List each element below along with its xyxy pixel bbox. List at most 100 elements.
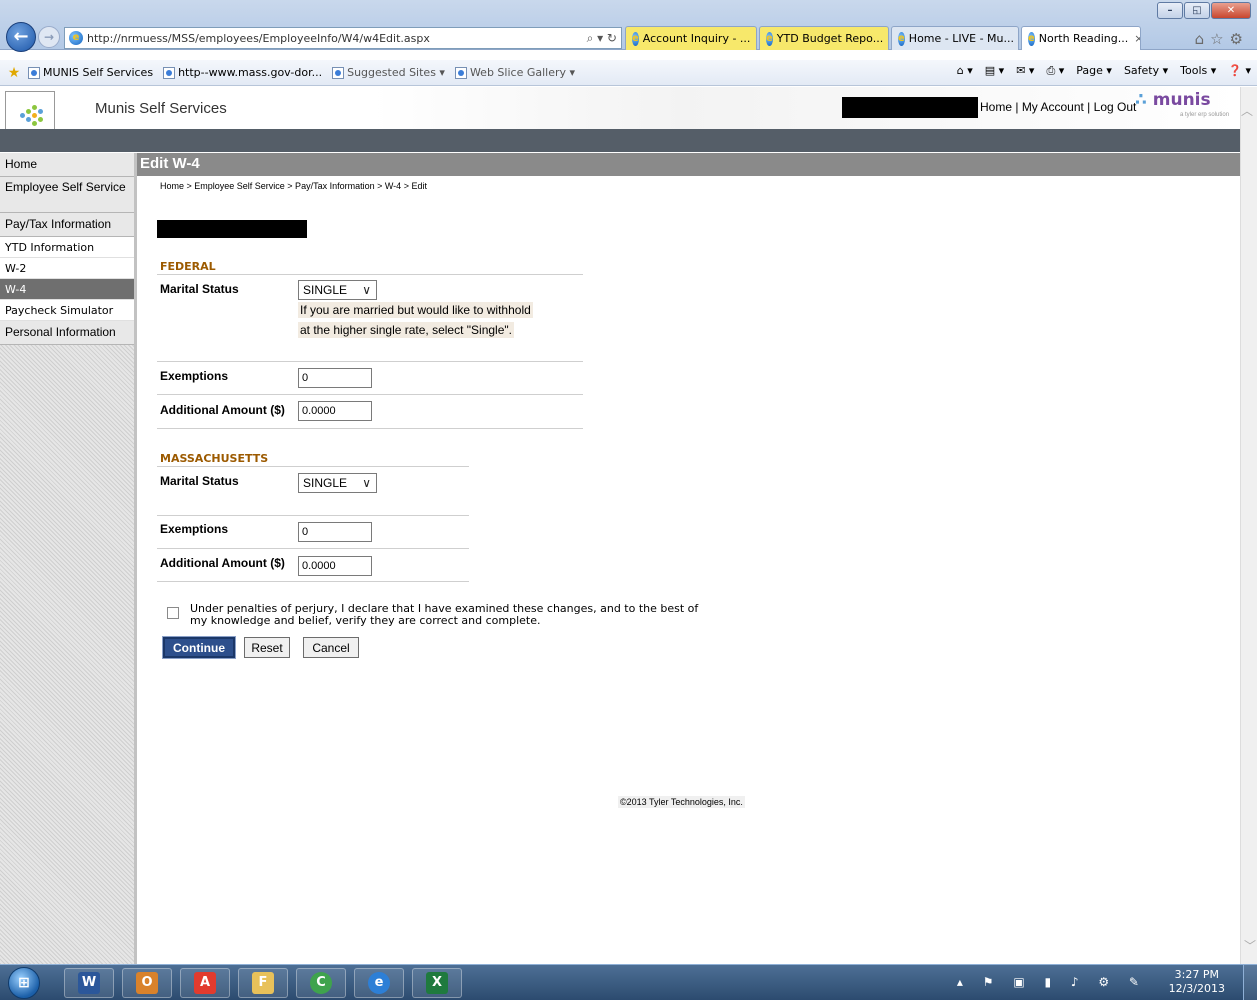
vertical-scrollbar[interactable]: ︿ ﹀ [1240, 87, 1257, 964]
taskbar-word[interactable]: W [64, 968, 114, 998]
logout-link[interactable]: Log Out [1094, 100, 1137, 114]
url-text[interactable]: http://nrmuess/MSS/employees/EmployeeInf… [87, 32, 587, 45]
page-icon [163, 66, 176, 79]
restore-button[interactable]: ◱ [1184, 2, 1210, 19]
taskbar-chrome[interactable]: C [296, 968, 346, 998]
search-refresh-icons[interactable]: ⌕ ▾ ↻ [587, 31, 617, 46]
federal-additional-input[interactable]: 0.0000 [298, 401, 372, 421]
ie-tab-icon: e [766, 31, 773, 46]
tools-menu[interactable]: Tools ▾ [1180, 64, 1216, 78]
folder-icon: F [252, 972, 274, 994]
app-header: Munis Self Services Home | My Account | … [0, 87, 1240, 135]
taskbar-excel[interactable]: X [412, 968, 462, 998]
reset-button[interactable]: Reset [244, 637, 290, 658]
fav-mass-gov[interactable]: http--www.mass.gov-dor... [163, 66, 322, 79]
munis-brand-logo: ∴ munis [1135, 90, 1211, 110]
federal-hint-line-2: at the higher single rate, select "Singl… [298, 322, 514, 338]
system-tray-icons[interactable]: ▴ ⚑ ▣ ▮ ♪ ⚙ ✎ [957, 975, 1147, 989]
print-menu[interactable]: ⎙ ▾ [1046, 64, 1064, 78]
taskbar-outlook[interactable]: O [122, 968, 172, 998]
scroll-up-icon[interactable]: ︿ [1241, 102, 1253, 119]
state-exemptions-input[interactable]: 0 [298, 522, 372, 542]
breadcrumb[interactable]: Home > Employee Self Service > Pay/Tax I… [160, 181, 427, 191]
state-additional-label: Additional Amount ($) [160, 556, 285, 570]
federal-hint-line-1: If you are married but would like to wit… [298, 302, 533, 318]
state-marital-select[interactable]: SINGLE ∨ [298, 473, 377, 493]
chevron-down-icon: ∨ [362, 476, 371, 490]
federal-marital-value: SINGLE [303, 283, 348, 297]
sidebar-item-ytd-information[interactable]: YTD Information [0, 237, 134, 258]
sidebar-item-w2[interactable]: W-2 [0, 258, 134, 279]
address-bar[interactable]: e http://nrmuess/MSS/employees/EmployeeI… [64, 27, 622, 49]
page-title: Edit W-4 [140, 155, 200, 172]
show-desktop-button[interactable] [1243, 965, 1257, 1000]
perjury-statement: Under penalties of perjury, I declare th… [190, 602, 699, 627]
munis-dots-icon: ∴ [1135, 90, 1153, 110]
tab-home-live[interactable]: e Home - LIVE - Mu... [891, 26, 1019, 50]
start-button[interactable]: ⊞ [8, 967, 40, 999]
help-menu[interactable]: ❓ ▾ [1228, 64, 1251, 78]
home-favorites-settings-icons[interactable]: ⌂☆⚙ [1195, 30, 1249, 48]
page-icon [332, 66, 345, 79]
home-link[interactable]: Home [980, 100, 1012, 114]
minimize-button[interactable]: – [1157, 2, 1183, 19]
link-separator: | [1012, 100, 1022, 114]
sidebar-item-pay-tax-information[interactable]: Pay/Tax Information [0, 213, 134, 237]
sidebar-nav: Home Employee Self Service Pay/Tax Infor… [0, 153, 137, 964]
link-separator: | [1083, 100, 1094, 114]
sidebar-item-employee-self-service[interactable]: Employee Self Service [0, 177, 134, 213]
acrobat-icon: A [194, 972, 216, 994]
sidebar-item-personal-information[interactable]: Personal Information [0, 321, 134, 345]
sidebar-item-home[interactable]: Home [0, 153, 134, 177]
redacted-username [842, 97, 978, 118]
scroll-down-icon[interactable]: ﹀ [1244, 937, 1256, 954]
divider [157, 361, 583, 362]
home-menu[interactable]: ⌂ ▾ [957, 64, 973, 78]
outlook-icon: O [136, 972, 158, 994]
divider [157, 394, 583, 395]
mail-menu[interactable]: ✉ ▾ [1016, 64, 1034, 78]
page-menu[interactable]: Page ▾ [1076, 64, 1112, 78]
divider [157, 274, 583, 275]
ie-tab-icon: e [898, 31, 905, 46]
divider [157, 515, 469, 516]
taskbar-explorer[interactable]: F [238, 968, 288, 998]
tab-ytd-budget[interactable]: e YTD Budget Repo... [759, 26, 889, 50]
tab-title: Home - LIVE - Mu... [908, 32, 1015, 45]
state-additional-input[interactable]: 0.0000 [298, 556, 372, 576]
tab-north-reading[interactable]: e North Reading... × [1021, 26, 1141, 50]
divider [157, 548, 469, 549]
divider [157, 466, 469, 467]
sidebar-item-w4[interactable]: W-4 [0, 279, 134, 300]
tab-title: YTD Budget Repo... [776, 32, 884, 45]
favorites-star-icon[interactable]: ★ [0, 64, 28, 81]
page-icon [454, 66, 467, 79]
my-account-link[interactable]: My Account [1022, 100, 1084, 114]
word-icon: W [78, 972, 100, 994]
safety-menu[interactable]: Safety ▾ [1124, 64, 1168, 78]
tab-account-inquiry[interactable]: e Account Inquiry - ... [625, 26, 757, 50]
fav-munis[interactable]: MUNIS Self Services [28, 66, 153, 79]
windows-taskbar: ⊞ W O A F C e X ▴ ⚑ ▣ ▮ ♪ ⚙ ✎ 3:27 PM 12… [0, 964, 1257, 1000]
clock[interactable]: 3:27 PM 12/3/2013 [1169, 968, 1225, 996]
taskbar-ie[interactable]: e [354, 968, 404, 998]
state-exemptions-label: Exemptions [160, 522, 229, 536]
taskbar-acrobat[interactable]: A [180, 968, 230, 998]
close-window-button[interactable]: ✕ [1211, 2, 1251, 19]
feeds-menu[interactable]: ▤ ▾ [985, 64, 1004, 78]
federal-marital-select[interactable]: SINGLE ∨ [298, 280, 377, 300]
back-button[interactable]: ← [6, 22, 36, 52]
sidebar-item-paycheck-simulator[interactable]: Paycheck Simulator [0, 300, 134, 321]
continue-button[interactable]: Continue [162, 636, 236, 659]
fav-web-slice[interactable]: Web Slice Gallery ▾ [454, 66, 575, 79]
fav-suggested-sites[interactable]: Suggested Sites ▾ [332, 66, 445, 79]
excel-icon: X [426, 972, 448, 994]
tab-close-icon[interactable]: × [1134, 32, 1140, 45]
sidebar-edge [134, 153, 137, 964]
forward-button[interactable]: → [38, 26, 60, 48]
ie-page-icon: e [69, 31, 83, 45]
federal-marital-label: Marital Status [160, 282, 239, 296]
federal-exemptions-input[interactable]: 0 [298, 368, 372, 388]
perjury-checkbox[interactable] [167, 607, 179, 619]
cancel-button[interactable]: Cancel [303, 637, 359, 658]
